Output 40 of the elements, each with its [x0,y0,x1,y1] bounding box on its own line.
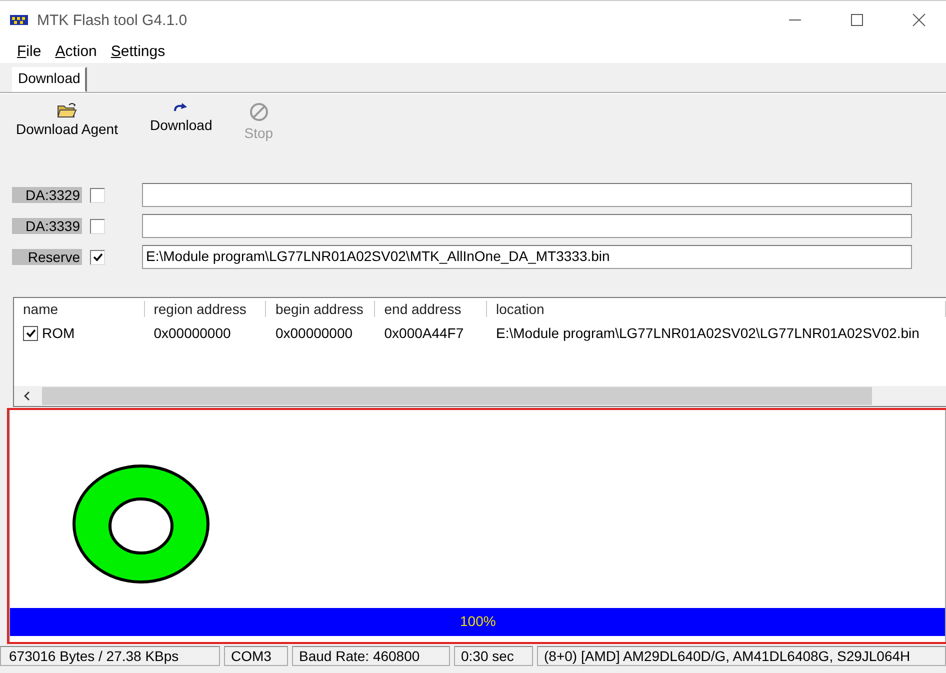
menu-item[interactable]: Action [55,42,97,60]
column-header[interactable]: end address [375,300,488,316]
status-field: 0:30 sec [454,646,533,666]
column-header[interactable]: region address [144,300,266,316]
column-header[interactable]: begin address [266,300,376,316]
column-header[interactable]: location [487,300,946,316]
close-icon[interactable] [912,13,926,27]
menu-item[interactable]: File [17,42,42,60]
toolbar-button[interactable]: Download Agent [14,100,120,146]
da-label: DA:3329 [12,187,82,203]
status-field: Baud Rate: 460800 [292,646,450,666]
checkbox[interactable] [90,218,105,234]
path-field[interactable]: E:\Module program\LG77LNR01A02SV02\MTK_AllInOne_DA_MT3333.bin [142,245,912,269]
stop-icon [248,102,269,122]
tab[interactable]: Download [12,67,88,92]
table-cell-text: 0x00000000 [274,325,354,341]
folder-icon [56,102,77,118]
maximize-icon[interactable] [850,13,864,27]
progress-label: 100% [460,613,496,629]
checkbox[interactable] [90,250,105,264]
checkbox[interactable] [90,188,105,202]
table-cell: ROM [42,325,75,341]
checkbox[interactable] [23,326,38,340]
da-label: Reserve [12,249,82,265]
window-title: MTK Flash tool G4.1.0 [37,12,188,28]
table-cell-text: E:\Module program\LG77LNR01A02SV02\LG77LNR01A02SV02.bin [495,325,920,341]
status-field: (8+0) [AMD] AM29DL640D/G, AM41DL6408G, S29JL064H [537,646,946,666]
table-cell-text: 0x00000000 [152,325,232,341]
path-field[interactable] [142,214,912,238]
scroll-left-icon[interactable] [22,391,32,401]
menu-item[interactable]: Settings [110,42,166,60]
path-field[interactable] [142,183,912,207]
scrollbar-thumb[interactable] [42,387,872,405]
column-header[interactable]: name [14,300,145,316]
status-field: 673016 Bytes / 27.38 KBps [0,646,220,666]
app-icon [10,13,28,27]
table-cell-text: 0x000A44F7 [383,325,465,341]
toolbar-button[interactable]: Download [148,100,214,146]
da-label: DA:3339 [12,218,82,234]
status-field: COM3 [224,646,288,666]
